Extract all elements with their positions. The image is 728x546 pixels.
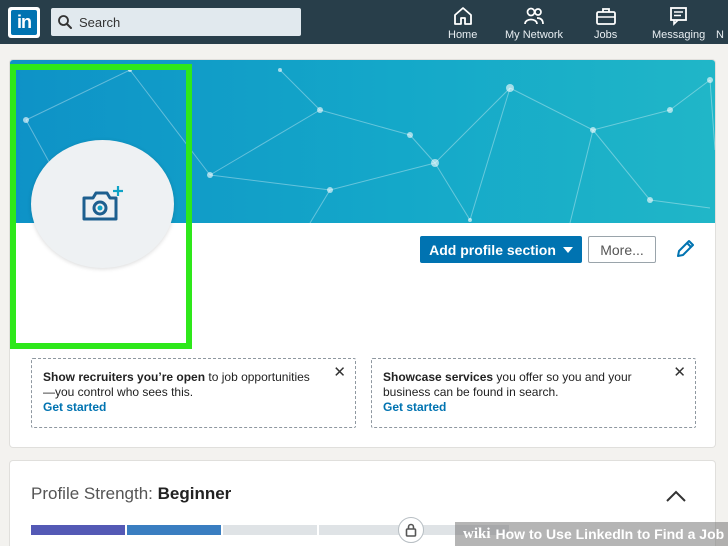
search-box[interactable] [51, 8, 301, 36]
lock-badge [398, 517, 424, 543]
chevron-up-icon[interactable] [665, 489, 687, 503]
profile-card: Add profile section More... Show recruit… [10, 60, 715, 447]
showcase-services-card: Showcase services you offer so you and y… [371, 358, 696, 428]
linkedin-logo[interactable]: in [8, 7, 40, 38]
nav-item-my-network[interactable]: My Network [505, 6, 563, 42]
nav-item-jobs[interactable]: Jobs [594, 6, 617, 42]
wikihow-brand: wiki [463, 525, 491, 542]
profile-strength-title: Profile Strength: Beginner [31, 484, 231, 504]
get-started-link[interactable]: Get started [383, 400, 665, 415]
wikihow-title: How to Use LinkedIn to Find a Job [495, 526, 725, 542]
get-started-link[interactable]: Get started [43, 400, 325, 415]
promo-bold-text: Showcase services [383, 370, 494, 384]
profile-strength-level: Beginner [157, 484, 232, 503]
promo-bold-text: Show recruiters you’re open [43, 370, 206, 384]
nav-label-messaging: Messaging [652, 29, 706, 41]
search-icon [58, 15, 72, 29]
lock-icon [405, 523, 417, 537]
profile-strength-label: Profile Strength: [31, 484, 158, 503]
search-input[interactable] [79, 14, 279, 30]
briefcase-icon [595, 8, 616, 25]
open-to-opportunities-card: Show recruiters you’re open to job oppor… [31, 358, 356, 428]
strength-segment [31, 525, 125, 535]
add-profile-section-button[interactable]: Add profile section [420, 236, 582, 263]
add-profile-section-label: Add profile section [429, 241, 556, 258]
profile-strength-meter [31, 525, 509, 535]
close-icon[interactable]: ✕ [333, 365, 346, 380]
strength-segment [127, 525, 221, 535]
nav-item-notifications[interactable]: N [716, 6, 728, 42]
nav-label-home: Home [448, 29, 478, 41]
wikihow-watermark: wiki How to Use LinkedIn to Find a Job [455, 522, 728, 546]
nav-item-home[interactable]: Home [448, 6, 477, 42]
nav-item-messaging[interactable]: Messaging [652, 6, 705, 42]
nav-label-my-network: My Network [505, 29, 564, 41]
pencil-icon[interactable] [674, 238, 696, 260]
top-nav-bar: in Home My Network Jobs [0, 0, 728, 44]
strength-segment [223, 525, 317, 535]
photo-highlight-box [10, 64, 192, 349]
caret-down-icon [562, 246, 573, 253]
notifications-icon [716, 6, 728, 26]
close-icon[interactable]: ✕ [673, 365, 686, 380]
nav-label-jobs: Jobs [594, 29, 618, 41]
home-icon [453, 7, 472, 25]
more-button[interactable]: More... [588, 236, 656, 263]
linkedin-logo-text: in [11, 10, 37, 35]
network-icon [524, 7, 544, 25]
nav-label-notifications: N [716, 29, 724, 41]
messaging-icon [669, 7, 687, 26]
